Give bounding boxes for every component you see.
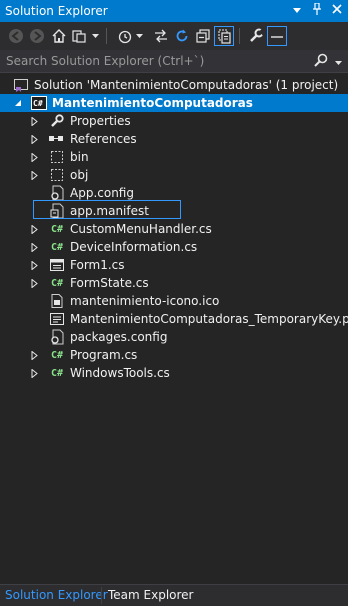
tree-item-label: bin bbox=[70, 150, 89, 164]
project-label: MantenimientoComputadoras bbox=[52, 96, 253, 110]
csharp-file-icon: C# bbox=[50, 349, 64, 361]
window-title: Solution Explorer bbox=[5, 4, 108, 18]
tree-row-custommenuhandler[interactable]: C# CustomMenuHandler.cs bbox=[0, 220, 348, 238]
ico-file-icon bbox=[49, 293, 65, 309]
search-input[interactable] bbox=[0, 50, 322, 72]
config-file-icon bbox=[49, 329, 65, 345]
toolbar bbox=[0, 22, 348, 50]
csharp-file-icon: C# bbox=[50, 277, 64, 289]
search-options-dropdown-icon[interactable] bbox=[335, 55, 342, 69]
references-icon bbox=[49, 131, 65, 147]
search-icon[interactable] bbox=[314, 53, 328, 70]
tree-row-windowstools[interactable]: C# WindowsTools.cs bbox=[0, 364, 348, 382]
tree-row-deviceinformation[interactable]: C# DeviceInformation.cs bbox=[0, 238, 348, 256]
tree-item-label: CustomMenuHandler.cs bbox=[70, 222, 212, 236]
collapsed-arrow-icon[interactable] bbox=[28, 151, 40, 163]
csharp-file-icon: C# bbox=[50, 241, 64, 253]
collapsed-arrow-icon[interactable] bbox=[28, 367, 40, 379]
tree-item-label: References bbox=[70, 132, 137, 146]
tree-item-label: App.config bbox=[70, 186, 134, 200]
certificate-file-icon bbox=[49, 311, 65, 327]
tree-item-label: Properties bbox=[70, 114, 131, 128]
pin-icon[interactable] bbox=[310, 2, 324, 19]
search-bar bbox=[0, 50, 348, 73]
collapsed-arrow-icon[interactable] bbox=[28, 223, 40, 235]
tree-item-label: FormState.cs bbox=[70, 276, 149, 290]
folder-icon bbox=[49, 167, 65, 183]
tree-row-project[interactable]: C# MantenimientoComputadoras bbox=[0, 94, 348, 112]
wrench-icon bbox=[49, 113, 65, 129]
folder-icon bbox=[49, 149, 65, 165]
svg-text:C#: C# bbox=[33, 99, 43, 108]
close-icon[interactable] bbox=[330, 3, 344, 19]
tree-item-label: packages.config bbox=[70, 330, 168, 344]
tree-row-obj[interactable]: obj bbox=[0, 166, 348, 184]
tab-team-explorer[interactable]: Team Explorer bbox=[108, 588, 194, 602]
tree-item-label: Form1.cs bbox=[70, 258, 125, 272]
tree-row-packages-config[interactable]: packages.config bbox=[0, 328, 348, 346]
tree-row-bin[interactable]: bin bbox=[0, 148, 348, 166]
tab-solution-explorer[interactable]: Solution Explorer bbox=[5, 588, 108, 602]
collapsed-arrow-icon[interactable] bbox=[28, 259, 40, 271]
focus-highlight bbox=[33, 200, 181, 219]
tree-row-properties[interactable]: Properties bbox=[0, 112, 348, 130]
collapsed-arrow-icon[interactable] bbox=[28, 115, 40, 127]
preview-icon[interactable] bbox=[267, 26, 287, 46]
expanded-arrow-icon[interactable] bbox=[12, 97, 24, 109]
tree-item-label: DeviceInformation.cs bbox=[70, 240, 198, 254]
tree-row-temporarykey[interactable]: MantenimientoComputadoras_TemporaryKey.p… bbox=[0, 310, 348, 328]
title-bar: Solution Explorer bbox=[0, 0, 348, 22]
dropdown-icon[interactable] bbox=[290, 3, 304, 19]
sync-icon[interactable] bbox=[152, 27, 170, 45]
csharp-file-icon: C# bbox=[50, 223, 64, 235]
tab-separator bbox=[101, 587, 102, 604]
toolbar-separator bbox=[239, 28, 240, 44]
tree-row-mantenimiento-icono[interactable]: mantenimiento-icono.ico bbox=[0, 292, 348, 310]
tree-item-label: obj bbox=[70, 168, 89, 182]
tree-row-formstate[interactable]: C# FormState.cs bbox=[0, 274, 348, 292]
tree-item-label: WindowsTools.cs bbox=[70, 366, 170, 380]
show-all-files-icon[interactable] bbox=[214, 26, 234, 46]
csharp-project-icon: C# bbox=[31, 95, 47, 111]
tree-item-label: Program.cs bbox=[70, 348, 138, 362]
dropdown-icon[interactable] bbox=[134, 27, 144, 45]
tree-row-form1[interactable]: Form1.cs bbox=[0, 256, 348, 274]
toolbar-separator bbox=[106, 28, 107, 44]
refresh-icon[interactable] bbox=[173, 27, 191, 45]
tree-row-solution[interactable]: Solution 'MantenimientoComputadoras' (1 … bbox=[0, 76, 348, 94]
properties-icon[interactable] bbox=[247, 27, 265, 45]
tree-item-label: mantenimiento-icono.ico bbox=[70, 294, 220, 308]
csharp-file-icon: C# bbox=[50, 367, 64, 379]
bottom-tab-bar: Solution Explorer Team Explorer bbox=[0, 584, 348, 606]
tree-item-label: MantenimientoComputadoras_TemporaryKey.p… bbox=[70, 312, 348, 326]
tree-row-program[interactable]: C# Program.cs bbox=[0, 346, 348, 364]
config-file-icon bbox=[49, 185, 65, 201]
solution-label: Solution 'MantenimientoComputadoras' (1 … bbox=[34, 78, 339, 92]
back-icon[interactable] bbox=[7, 27, 25, 45]
form-file-icon bbox=[49, 257, 65, 273]
collapsed-arrow-icon[interactable] bbox=[28, 241, 40, 253]
pending-changes-icon[interactable] bbox=[116, 27, 134, 45]
switch-views-icon[interactable] bbox=[70, 27, 88, 45]
solution-icon bbox=[13, 77, 29, 93]
collapsed-arrow-icon[interactable] bbox=[28, 277, 40, 289]
collapsed-arrow-icon[interactable] bbox=[28, 349, 40, 361]
collapsed-arrow-icon[interactable] bbox=[28, 133, 40, 145]
tree-row-references[interactable]: References bbox=[0, 130, 348, 148]
collapse-all-icon[interactable] bbox=[194, 27, 212, 45]
forward-icon[interactable] bbox=[28, 27, 46, 45]
dropdown-icon[interactable] bbox=[90, 27, 100, 45]
collapsed-arrow-icon[interactable] bbox=[28, 169, 40, 181]
home-icon[interactable] bbox=[50, 27, 68, 45]
